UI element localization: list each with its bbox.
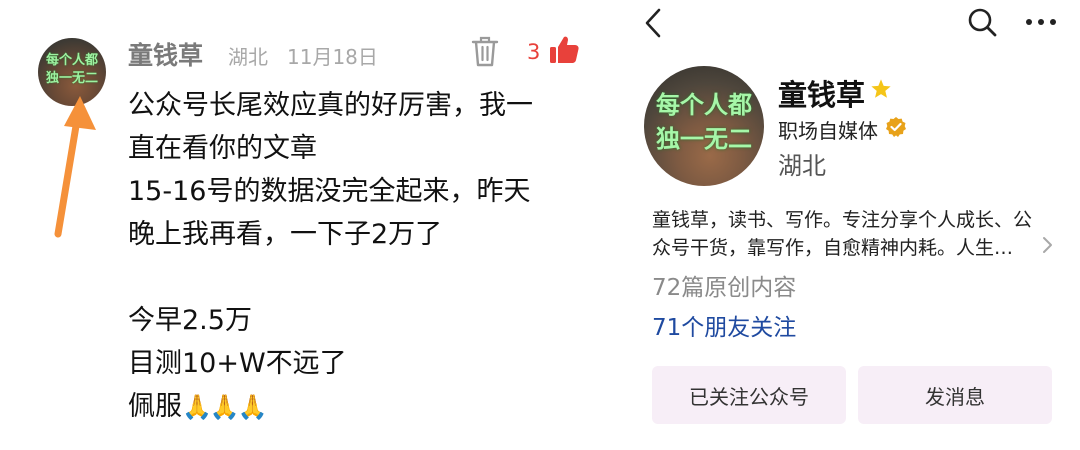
comment-text: 公众号长尾效应真的好厉害，我一 直在看你的文章 15-16号的数据没完全起来，昨… (128, 84, 598, 429)
like-count: 3 (527, 40, 541, 64)
chevron-right-icon[interactable] (1040, 236, 1054, 254)
comment-card: 每个人都 独一无二 童钱草 湖北 11月18日 3 公众号长尾效应真的好厉害，我… (0, 0, 620, 450)
avatar-watermark: 每个人都 独一无二 (38, 52, 106, 88)
trash-icon[interactable] (470, 34, 500, 68)
comment-author[interactable]: 童钱草 (128, 36, 203, 72)
verified-icon (886, 117, 906, 137)
profile-avatar[interactable]: 每个人都 独一无二 (644, 66, 764, 186)
praying-hands-emoji: 🙏🙏🙏 (182, 393, 268, 421)
comment-line: 佩服 (128, 391, 182, 422)
search-icon[interactable] (966, 6, 998, 38)
comment-line: 晚上我再看，一下子2万了 (128, 219, 443, 250)
comment-line: 目测10+W不远了 (128, 348, 347, 379)
star-icon[interactable] (870, 78, 892, 100)
comment-location: 湖北 (228, 45, 268, 69)
bio-line: 童钱草，读书、写作。专注分享个人成长、公 (652, 209, 1033, 231)
friends-following[interactable]: 71个朋友关注 (652, 308, 796, 342)
comment-line: 今早2.5万 (128, 305, 252, 336)
arrow-annotation (54, 96, 96, 238)
profile-card: 每个人都 独一无二 童钱草 职场自媒体 湖北 童钱草，读书、写作。专注分享个人成… (620, 0, 1080, 450)
send-message-button[interactable]: 发消息 (858, 366, 1052, 424)
avatar-line-2: 独一无二 (45, 71, 98, 86)
followed-button[interactable]: 已关注公众号 (652, 366, 846, 424)
article-count[interactable]: 72篇原创内容 (652, 268, 796, 302)
avatar-line-1: 每个人都 (45, 53, 98, 68)
comment-line: 直在看你的文章 (128, 133, 317, 164)
profile-location: 湖北 (778, 152, 826, 180)
profile-bio[interactable]: 童钱草，读书、写作。专注分享个人成长、公 众号干货，靠写作，自愈精神内耗。人生… (652, 206, 1052, 262)
comment-line-last: 佩服🙏🙏🙏 (128, 385, 598, 429)
comment-line: 15-16号的数据没完全起来，昨天 (128, 176, 531, 207)
profile-name: 童钱草 (778, 78, 866, 112)
more-icon[interactable] (1024, 8, 1058, 36)
back-icon[interactable] (642, 6, 664, 40)
thumbs-up-icon[interactable] (548, 34, 580, 66)
avatar-line-1: 每个人都 (656, 91, 752, 119)
comment-date: 11月18日 (287, 45, 378, 69)
bio-line: 众号干货，靠写作，自愈精神内耗。人生… (652, 237, 1014, 259)
avatar-watermark: 每个人都 独一无二 (644, 88, 764, 156)
comment-line (128, 256, 598, 299)
profile-role: 职场自媒体 (778, 119, 878, 143)
avatar-line-2: 独一无二 (656, 125, 752, 153)
comment-line: 公众号长尾效应真的好厉害，我一 (128, 90, 533, 121)
